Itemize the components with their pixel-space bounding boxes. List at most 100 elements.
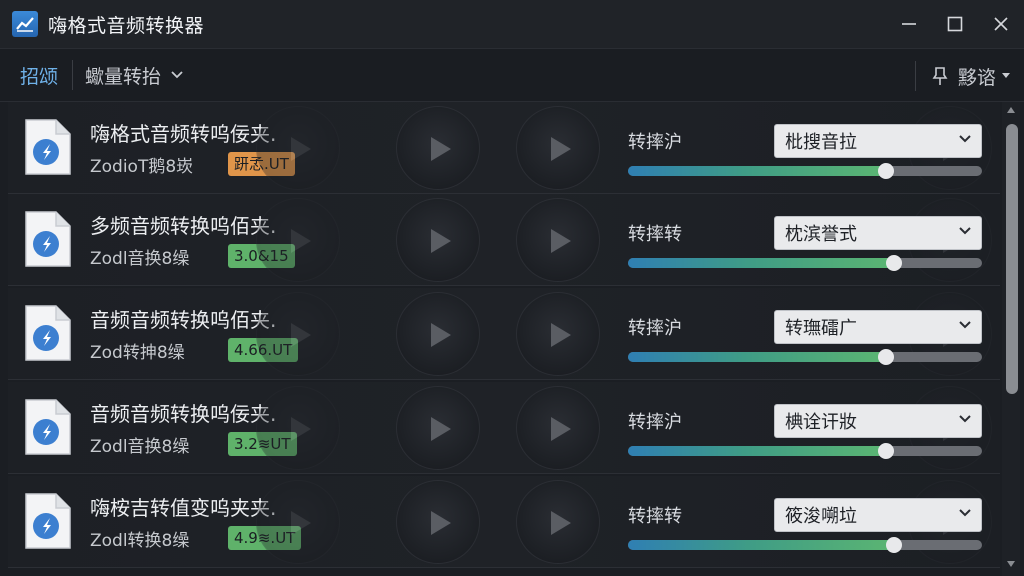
batch-convert-label: 蠍量转抬 [85, 65, 162, 88]
progress-fill [628, 352, 887, 362]
progress-track[interactable] [628, 537, 982, 553]
play-icon [551, 229, 571, 253]
progress-thumb[interactable] [878, 349, 895, 365]
file-row[interactable]: 嗨格式音频转呜佞夹. ZodioT鹅8崁 趼孞.UT 转摔沪 枇搜音拉 [8, 102, 1000, 194]
play-icon [291, 323, 311, 347]
file-meta: Zod转抻8缲 [90, 343, 185, 363]
minimize-icon [902, 23, 916, 25]
app-title: 嗨格式音频转换器 [48, 14, 205, 37]
close-button[interactable] [978, 0, 1024, 48]
preview-button[interactable] [516, 106, 600, 190]
file-name: 音频音频转换呜佰夹. [90, 308, 277, 332]
toolbar-divider [72, 60, 74, 90]
play-icon [291, 417, 311, 441]
progress-thumb[interactable] [878, 163, 895, 179]
format-select-value: 筱浚嗍垃 [785, 506, 857, 527]
file-meta: ZodioT鹅8崁 [90, 157, 194, 177]
settings-label: 黟谘 [957, 66, 996, 89]
progress-fill [628, 258, 894, 268]
convert-label: 转摔转 [628, 224, 682, 245]
play-icon [551, 511, 571, 535]
app-window: 嗨格式音频转换器 招颂 蠍量转抬 黟谘 嗨格式音频转呜佞夹. ZodioT鹅8崁… [0, 0, 1024, 576]
audio-file-icon [25, 399, 71, 455]
caret-down-icon [1002, 73, 1010, 78]
file-name: 多频音频转换呜佰夹. [90, 214, 277, 238]
progress-track[interactable] [628, 443, 982, 459]
play-icon [431, 229, 451, 253]
app-logo-icon [12, 11, 38, 37]
scroll-up-icon[interactable] [1006, 106, 1016, 114]
file-row[interactable]: 多频音频转换呜佰夹. Zodl音换8缲 3.0&15 转摔转 枕滨誉式 [8, 194, 1000, 286]
format-select[interactable]: 枕滨誉式 [774, 216, 982, 250]
scroll-thumb[interactable] [1006, 124, 1018, 394]
file-meta: Zodl音换8缲 [90, 437, 190, 457]
play-button[interactable] [396, 386, 480, 470]
file-meta: Zodl音换8缲 [90, 249, 190, 269]
maximize-icon [947, 16, 963, 32]
vertical-scrollbar[interactable] [1002, 102, 1020, 576]
format-select-value: 椣诠讦妝 [785, 412, 857, 433]
progress-track[interactable] [628, 255, 982, 271]
preview-button[interactable] [516, 198, 600, 282]
play-button-ghost [256, 386, 340, 470]
format-select-value: 枕滨誉式 [785, 224, 857, 245]
file-row[interactable]: 嗨桉吉转值变呜夹夹. Zodl转换8缲 4.9≋.UT 转摔转 筱浚嗍垃 [8, 476, 1000, 568]
audio-file-icon [25, 305, 71, 361]
format-select-value: 枇搜音拉 [785, 132, 857, 153]
chevron-down-icon [959, 321, 971, 329]
progress-thumb[interactable] [878, 443, 895, 459]
audio-file-icon [25, 211, 71, 267]
minimize-button[interactable] [886, 0, 932, 48]
play-icon [431, 417, 451, 441]
play-button[interactable] [396, 480, 480, 564]
format-select[interactable]: 筱浚嗍垃 [774, 498, 982, 532]
progress-track[interactable] [628, 163, 982, 179]
progress-fill [628, 446, 887, 456]
play-button[interactable] [396, 198, 480, 282]
progress-thumb[interactable] [885, 537, 902, 553]
chevron-down-icon [959, 415, 971, 423]
maximize-button[interactable] [932, 0, 978, 48]
file-row[interactable]: 音频音频转换呜佞夹. Zodl音换8缲 3.2≋UT 转摔沪 椣诠讦妝 [8, 382, 1000, 474]
toolbar-divider-right [914, 61, 916, 91]
chevron-down-icon [959, 509, 971, 517]
format-select[interactable]: 转璑礌广 [774, 310, 982, 344]
toolbar: 招颂 蠍量转抬 黟谘 [0, 48, 1024, 102]
audio-file-icon [25, 119, 71, 175]
play-button-ghost [256, 198, 340, 282]
play-button[interactable] [396, 292, 480, 376]
format-select[interactable]: 椣诠讦妝 [774, 404, 982, 438]
batch-convert-dropdown[interactable]: 蠍量转抬 [85, 62, 183, 89]
progress-track[interactable] [628, 349, 982, 365]
convert-label: 转摔沪 [628, 318, 682, 339]
progress-fill [628, 166, 887, 176]
play-icon [291, 229, 311, 253]
play-icon [431, 511, 451, 535]
window-controls [886, 0, 1024, 48]
play-icon [431, 323, 451, 347]
close-icon [994, 17, 1008, 31]
toolbar-right: 黟谘 [914, 49, 1010, 103]
settings-menu[interactable]: 黟谘 [932, 63, 1010, 90]
play-button[interactable] [396, 106, 480, 190]
format-select[interactable]: 枇搜音拉 [774, 124, 982, 158]
file-name: 嗨格式音频转呜佞夹. [90, 122, 277, 146]
play-icon [551, 323, 571, 347]
audio-file-icon [25, 493, 71, 549]
play-button-ghost [256, 106, 340, 190]
file-row[interactable]: 音频音频转换呜佰夹. Zod转抻8缲 4.66.UT 转摔沪 转璑礌广 [8, 288, 1000, 380]
preview-button[interactable] [516, 386, 600, 470]
scroll-down-icon[interactable] [1006, 560, 1016, 568]
progress-thumb[interactable] [885, 255, 902, 271]
preview-button[interactable] [516, 480, 600, 564]
file-name: 音频音频转换呜佞夹. [90, 402, 277, 426]
chevron-down-icon [959, 227, 971, 235]
format-select-value: 转璑礌广 [785, 318, 857, 339]
play-icon [291, 511, 311, 535]
convert-label: 转摔沪 [628, 412, 682, 433]
tab-main[interactable]: 招颂 [20, 62, 58, 89]
play-icon [431, 137, 451, 161]
play-icon [551, 137, 571, 161]
play-button-ghost [256, 292, 340, 376]
preview-button[interactable] [516, 292, 600, 376]
